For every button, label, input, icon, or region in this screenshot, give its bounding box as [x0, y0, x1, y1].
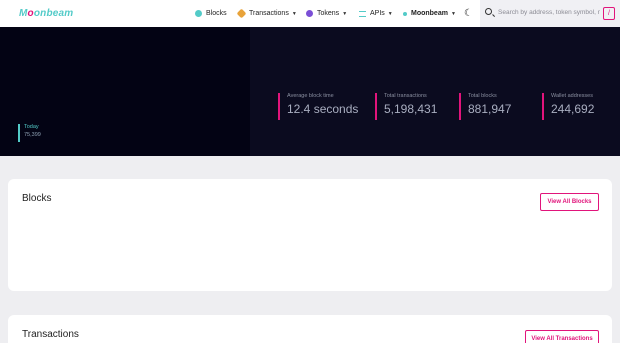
today-label: Today: [24, 124, 39, 130]
search-shortcut-key: /: [603, 7, 615, 20]
coins-icon: [306, 10, 313, 17]
nav-apis[interactable]: APIs ▼: [359, 0, 393, 27]
chevron-down-icon: ▼: [291, 10, 297, 17]
search-icon: [485, 8, 492, 15]
stat-total-transactions: Total transactions 5,198,431: [375, 93, 437, 120]
arrows-icon: [236, 8, 247, 19]
nav-apis-label: APIs: [370, 10, 385, 17]
blocks-card: Blocks View All Blocks: [8, 179, 612, 291]
view-all-blocks-button[interactable]: View All Blocks: [540, 193, 599, 211]
today-value: 75,399: [24, 132, 41, 138]
stat-value: 244,692: [551, 102, 595, 116]
chevron-down-icon: ▼: [450, 10, 456, 17]
stat-value: 881,947: [468, 102, 512, 116]
cube-icon: [195, 10, 202, 17]
moonbeam-logo[interactable]: Moonbeam: [19, 8, 73, 19]
stat-value: 5,198,431: [384, 102, 438, 116]
stats-hero: Today 75,399 Average block time 12.4 sec…: [0, 27, 620, 156]
search-bar[interactable]: Search by address, token symbol, n /: [480, 0, 620, 27]
chevron-down-icon: ▼: [387, 10, 393, 17]
stat-wallet-addresses: Wallet addresses 244,692: [542, 93, 594, 120]
nav-tokens-label: Tokens: [317, 10, 340, 17]
nav-tokens[interactable]: Tokens ▼: [306, 0, 347, 27]
stat-label: Total blocks: [468, 93, 497, 99]
nav-transactions-label: Transactions: [249, 10, 289, 17]
stat-average-block-time: Average block time 12.4 seconds: [278, 93, 358, 120]
list-icon: [359, 10, 366, 17]
search-input[interactable]: Search by address, token symbol, n: [498, 9, 600, 16]
stat-label: Average block time: [287, 93, 334, 99]
hero-stats-panel: [250, 27, 620, 156]
stat-value: 12.4 seconds: [287, 102, 359, 116]
chevron-down-icon: ▼: [342, 10, 348, 17]
stat-label: Wallet addresses: [551, 93, 593, 99]
transactions-card: Transactions View All Transactions: [8, 315, 612, 343]
blocks-card-title: Blocks: [22, 193, 52, 204]
nav-blocks[interactable]: Blocks: [195, 0, 227, 27]
top-navbar: Moonbeam Blocks Transactions ▼ Tokens ▼ …: [0, 0, 620, 27]
nav-blocks-label: Blocks: [206, 10, 227, 17]
dark-mode-toggle[interactable]: ☾: [464, 0, 473, 27]
moon-icon: ☾: [464, 8, 473, 19]
stat-label: Total transactions: [384, 93, 427, 99]
status-dot-icon: [403, 11, 407, 16]
today-transactions: Today 75,399: [18, 124, 41, 142]
network-selector[interactable]: Moonbeam ▼: [403, 0, 456, 27]
view-all-transactions-button[interactable]: View All Transactions: [525, 330, 599, 343]
stat-total-blocks: Total blocks 881,947: [459, 93, 511, 120]
nav-transactions[interactable]: Transactions ▼: [236, 0, 297, 27]
transactions-card-title: Transactions: [22, 329, 79, 340]
network-label: Moonbeam: [411, 10, 448, 17]
